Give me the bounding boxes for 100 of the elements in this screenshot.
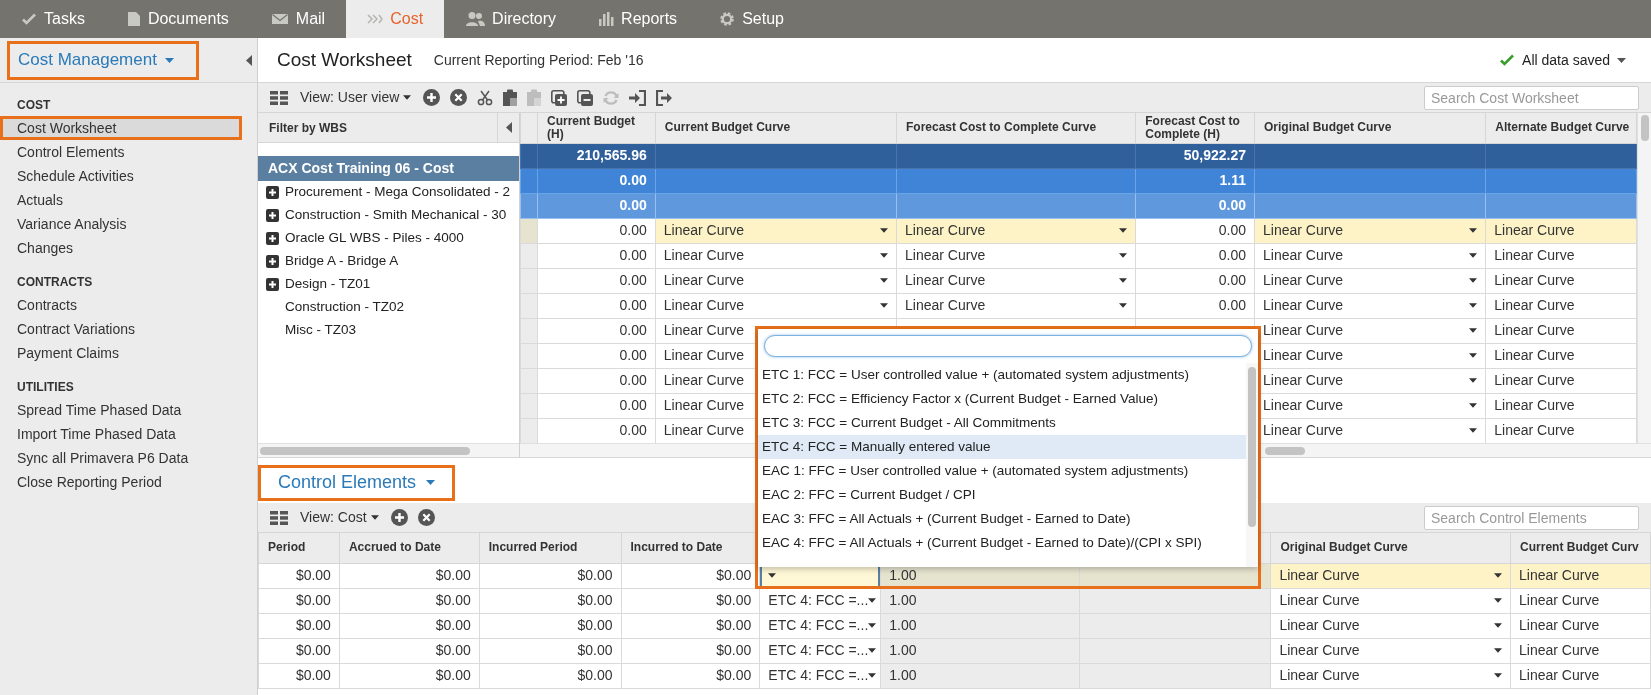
search-field[interactable] <box>764 335 1252 357</box>
column-header[interactable]: Current Budget (H) <box>537 113 656 143</box>
scrollbar-thumb[interactable] <box>260 447 470 455</box>
curve-dropdown[interactable]: Linear Curve <box>1271 564 1510 587</box>
nav-tab[interactable]: Reports <box>577 0 699 38</box>
module-dropdown[interactable]: Cost Management <box>7 40 199 80</box>
table-row[interactable]: 0.00 1.11 <box>520 168 1637 193</box>
curve-dropdown[interactable]: Linear Curve <box>897 294 1135 317</box>
column-header[interactable]: Current Budget Curve <box>655 113 897 143</box>
remove-icon[interactable] <box>450 89 468 106</box>
minus-square-icon[interactable] <box>577 89 594 106</box>
scissors-icon[interactable] <box>477 89 494 106</box>
add-icon[interactable] <box>390 509 408 526</box>
plus-square-icon[interactable] <box>551 89 568 106</box>
curve-dropdown[interactable]: Linear Curve <box>897 269 1135 292</box>
sidebar-item[interactable]: Changes <box>0 236 242 260</box>
search-field[interactable]: Search Control Elements <box>1424 505 1639 530</box>
column-header[interactable]: Original Budget Curve <box>1270 533 1511 563</box>
formula-dropdown[interactable]: ETC 4: FCC =... <box>760 639 880 662</box>
expand-icon[interactable] <box>266 278 279 291</box>
curve-dropdown[interactable]: Linear Curve <box>1271 614 1510 637</box>
save-status-dropdown[interactable]: All data saved <box>1493 48 1632 72</box>
curve-dropdown[interactable]: Linear Curve <box>1255 394 1485 417</box>
sidebar-item[interactable]: Spread Time Phased Data <box>0 398 242 422</box>
tree-item[interactable]: Design - TZ01 <box>258 273 519 296</box>
table-row[interactable]: 0.00 Linear Curve Linear Curve 0.00 Linear Curve Linear Curve <box>520 268 1637 293</box>
sidebar-item[interactable]: Variance Analysis <box>0 212 242 236</box>
nav-tab[interactable]: Mail <box>249 0 347 38</box>
formula-dropdown[interactable]: ETC 4: FCC =... <box>760 664 880 687</box>
clipboard-icon[interactable] <box>503 89 518 106</box>
nav-tab[interactable]: Tasks <box>0 0 106 38</box>
column-header[interactable]: Accrued to Date <box>339 533 480 563</box>
grid-view-icon[interactable] <box>270 90 288 105</box>
table-row[interactable]: $0.00 $0.00 $0.00 $0.00 ETC 4: FCC =... 1.00 Linear Curve Linear Curve <box>258 588 1651 613</box>
table-row[interactable]: 210,565.96 50,922.27 <box>520 143 1637 168</box>
sidebar-item[interactable]: Payment Claims <box>0 341 242 365</box>
formula-dropdown[interactable]: ETC 4: FCC =... <box>760 614 880 637</box>
add-icon[interactable] <box>423 89 441 106</box>
curve-dropdown[interactable]: Linear Curve <box>1255 419 1485 442</box>
sidebar-item[interactable]: Contracts <box>0 293 242 317</box>
tree-item[interactable]: Misc - TZ03 <box>258 319 519 342</box>
scrollbar-thumb[interactable] <box>1641 115 1649 141</box>
column-header[interactable]: Period <box>258 533 340 563</box>
export-icon[interactable] <box>656 89 674 106</box>
import-icon[interactable] <box>629 89 647 106</box>
column-header[interactable]: Incurred Period <box>479 533 621 563</box>
table-row[interactable]: $0.00 $0.00 $0.00 $0.00 ETC 4: FCC =... 1.00 Linear Curve Linear Curve <box>258 663 1651 688</box>
formula-dropdown[interactable]: ETC 4: FCC =... <box>760 589 880 612</box>
curve-dropdown[interactable]: Linear Curve <box>1271 664 1510 687</box>
sidebar-item[interactable]: Import Time Phased Data <box>0 422 242 446</box>
column-header[interactable]: Forecast Cost to Complete Curve <box>896 113 1136 143</box>
tree-item[interactable]: Construction - TZ02 <box>258 296 519 319</box>
nav-tab[interactable]: Directory <box>444 0 578 38</box>
curve-dropdown[interactable]: Linear Curve <box>1255 369 1485 392</box>
curve-dropdown[interactable]: Linear Curve <box>656 244 896 267</box>
curve-dropdown[interactable]: Linear Curve <box>1255 244 1485 267</box>
sidebar-item[interactable]: Control Elements <box>0 140 242 164</box>
sidebar-item[interactable]: Cost Worksheet <box>0 116 242 140</box>
scrollbar-thumb[interactable] <box>1248 367 1256 527</box>
nav-tab[interactable]: Setup <box>698 0 805 38</box>
column-header[interactable]: Forecast Cost to Complete (H) <box>1135 113 1255 143</box>
dropdown-option[interactable]: ETC 2: FCC = Efficiency Factor x (Current Budget - Earned Value) <box>758 387 1246 411</box>
expand-icon[interactable] <box>266 209 279 222</box>
expand-icon[interactable] <box>266 186 279 199</box>
nav-tab[interactable]: Documents <box>105 0 250 38</box>
column-header[interactable]: Current Budget Curv <box>1510 533 1651 563</box>
sidebar-item[interactable]: Contract Variations <box>0 317 242 341</box>
curve-dropdown[interactable]: Linear Curve <box>656 294 896 317</box>
curve-dropdown[interactable]: Linear Curve <box>1255 319 1485 342</box>
dropdown-option[interactable]: EAC 4: FFC = All Actuals + (Current Budget - Earned to Date)/(CPI x SPI) <box>758 531 1246 555</box>
sidebar-item[interactable]: Close Reporting Period <box>0 470 242 494</box>
sidebar-item[interactable]: Sync all Primavera P6 Data <box>0 446 242 470</box>
table-row[interactable]: $0.00 $0.00 $0.00 $0.00 ETC 4: FCC =... 1.00 Linear Curve Linear Curve <box>258 638 1651 663</box>
table-row[interactable]: 0.00 Linear Curve Linear Curve 0.00 Linear Curve Linear Curve <box>520 218 1637 243</box>
sidebar-item[interactable]: Actuals <box>0 188 242 212</box>
remove-icon[interactable] <box>417 509 435 526</box>
view-dropdown[interactable]: View: User view <box>298 87 414 108</box>
curve-dropdown[interactable]: Linear Curve <box>897 244 1135 267</box>
curve-dropdown[interactable]: Linear Curve <box>656 219 896 242</box>
dropdown-option[interactable]: ETC 4: FCC = Manually entered value <box>758 435 1246 459</box>
dropdown-option[interactable]: EAC 2: FFC = Current Budget / CPI <box>758 483 1246 507</box>
curve-dropdown[interactable]: Linear Curve <box>1255 344 1485 367</box>
tree-item[interactable]: Procurement - Mega Consolidated - 2 <box>258 181 519 204</box>
grid-view-icon[interactable] <box>270 510 288 525</box>
expand-icon[interactable] <box>266 232 279 245</box>
tree-item[interactable]: Oracle GL WBS - Piles - 4000 <box>258 227 519 250</box>
collapse-icon[interactable] <box>246 54 252 66</box>
table-row[interactable]: $0.00 $0.00 $0.00 $0.00 ETC 4: FCC =... 1.00 Linear Curve Linear Curve <box>258 613 1651 638</box>
scrollbar-thumb[interactable] <box>1265 447 1305 455</box>
curve-dropdown[interactable]: Linear Curve <box>1255 269 1485 292</box>
view-dropdown[interactable]: View: Cost <box>298 507 381 528</box>
search-field[interactable]: Search Cost Worksheet <box>1424 85 1639 110</box>
tree-item[interactable]: Construction - Smith Mechanical - 30 <box>258 204 519 227</box>
curve-dropdown[interactable]: Linear Curve <box>1271 639 1510 662</box>
curve-dropdown[interactable]: Linear Curve <box>1255 294 1485 317</box>
dropdown-option[interactable]: EAC 1: FFC = User controlled value + (automated system adjustments) <box>758 459 1246 483</box>
table-row[interactable]: 0.00 Linear Curve Linear Curve 0.00 Linear Curve Linear Curve <box>520 243 1637 268</box>
tree-item[interactable]: Bridge A - Bridge A <box>258 250 519 273</box>
dropdown-option[interactable]: ETC 3: FCC = Current Budget - All Commitments <box>758 411 1246 435</box>
grid-dropdown[interactable]: Control Elements <box>258 464 456 501</box>
